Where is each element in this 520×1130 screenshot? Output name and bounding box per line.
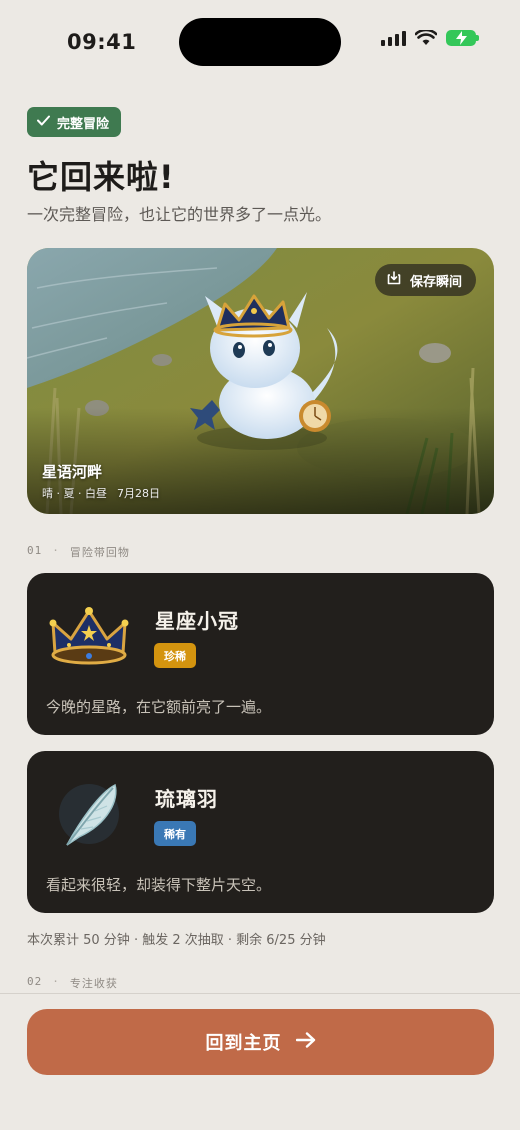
item-card[interactable]: 琉璃羽 稀有 看起来很轻，却装得下整片天空。: [27, 751, 494, 913]
status-bar: 09:41: [0, 0, 520, 90]
item-description: 今晚的星路，在它额前亮了一遍。: [46, 698, 272, 716]
status-time: 09:41: [67, 30, 137, 54]
hero-location: 星语河畔: [42, 463, 103, 481]
feather-icon: [49, 779, 129, 849]
dynamic-island: [179, 18, 341, 66]
battery-charging-icon: [446, 30, 479, 46]
item-name: 星座小冠: [155, 609, 239, 633]
badge-label: 完整冒险: [57, 116, 110, 132]
back-home-label: 回到主页: [205, 1033, 282, 1054]
hero-date: 7月28日: [116, 487, 160, 500]
download-icon: [387, 271, 401, 289]
wifi-icon: [415, 30, 437, 45]
rarity-badge: 珍稀: [154, 643, 196, 668]
footer-divider: [0, 993, 520, 994]
page-title: 它回来啦!: [27, 158, 175, 196]
section-label-focus: 02 · 专注收获: [27, 975, 118, 990]
save-moment-label: 保存瞬间: [409, 274, 462, 290]
signal-icon: [381, 30, 406, 46]
session-stats: 本次累计 50 分钟 · 触发 2 次抽取 · 剩余 6/25 分钟: [27, 933, 326, 948]
section-index: 01: [27, 544, 43, 557]
crown-icon: [49, 601, 129, 671]
section-title: 冒险带回物: [69, 546, 130, 559]
hero-meta: 晴 · 夏 · 白昼 7月28日: [42, 485, 160, 501]
save-moment-button[interactable]: 保存瞬间: [374, 264, 476, 296]
section-label-items: 01 · 冒险带回物: [27, 544, 130, 559]
status-icons: [381, 30, 479, 46]
arrow-right-icon: [295, 1031, 316, 1053]
hero-image-card: 保存瞬间 星语河畔 晴 · 夏 · 白昼 7月28日: [27, 248, 494, 514]
adventure-complete-badge: 完整冒险: [27, 107, 122, 137]
item-description: 看起来很轻，却装得下整片天空。: [46, 876, 272, 894]
section-index: 02: [27, 975, 43, 988]
item-name: 琉璃羽: [155, 787, 218, 811]
back-home-button[interactable]: 回到主页: [27, 1009, 494, 1075]
page-subtitle: 一次完整冒险，也让它的世界多了一点光。: [27, 205, 332, 224]
hero-conditions: 晴 · 夏 · 白昼: [42, 487, 107, 500]
check-icon: [37, 115, 50, 130]
rarity-badge: 稀有: [154, 821, 196, 846]
section-title: 专注收获: [69, 977, 118, 990]
item-card[interactable]: 星座小冠 珍稀 今晚的星路，在它额前亮了一遍。: [27, 573, 494, 735]
